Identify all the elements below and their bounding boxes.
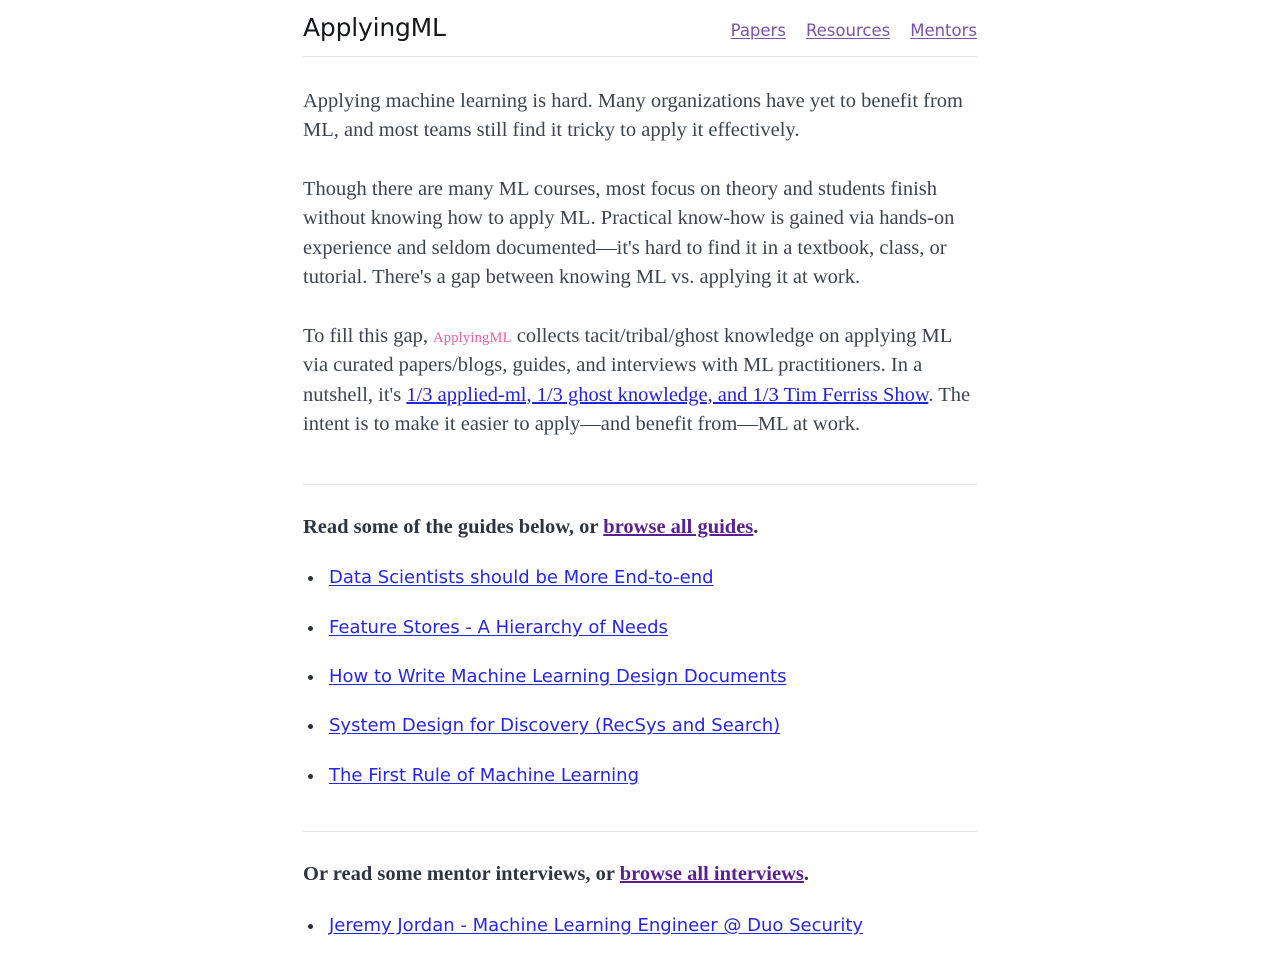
- guides-intro: Read some of the guides below, or browse…: [303, 513, 977, 543]
- inline-brand-applyingml: ApplyingML: [433, 329, 512, 346]
- browse-all-guides-link[interactable]: browse all guides: [603, 516, 753, 538]
- list-item: How to Write Machine Learning Design Doc…: [303, 665, 977, 688]
- nav-link-mentors[interactable]: Mentors: [910, 21, 977, 40]
- guide-link-feature-stores[interactable]: Feature Stores - A Hierarchy of Needs: [329, 617, 668, 638]
- mentors-intro-after-link: .: [803, 863, 809, 886]
- browse-all-interviews-link[interactable]: browse all interviews: [620, 863, 804, 885]
- site-header: ApplyingML Papers Resources Mentors: [303, 14, 977, 56]
- guides-list: Data Scientists should be More End-to-en…: [303, 566, 977, 787]
- header-divider: [303, 55, 977, 57]
- nutshell-link[interactable]: 1/3 applied-ml, 1/3 ghost knowledge, and…: [406, 384, 928, 406]
- guides-intro-after-link: .: [753, 515, 759, 538]
- list-item: The First Rule of Machine Learning: [303, 764, 977, 787]
- guides-intro-before-link: Read some of the guides below, or: [303, 515, 599, 538]
- intro-paragraph-1: Applying machine learning is hard. Many …: [303, 89, 963, 142]
- mentors-list: Jeremy Jordan - Machine Learning Enginee…: [303, 914, 977, 937]
- guide-link-data-scientists-end-to-end[interactable]: Data Scientists should be More End-to-en…: [329, 567, 714, 588]
- page-container: ApplyingML Papers Resources Mentors Appl…: [303, 0, 977, 937]
- intro-paragraph-3: To fill this gap, ApplyingML collects ta…: [303, 322, 977, 440]
- mentors-divider: [303, 831, 977, 833]
- list-item: Jeremy Jordan - Machine Learning Enginee…: [303, 914, 977, 937]
- mentors-intro: Or read some mentor interviews, or brows…: [303, 860, 977, 890]
- mentors-section: Or read some mentor interviews, or brows…: [303, 831, 977, 937]
- guide-link-system-design-discovery[interactable]: System Design for Discovery (RecSys and …: [329, 715, 780, 736]
- intro-section: Applying machine learning is hard. Many …: [303, 87, 977, 440]
- nav-link-resources[interactable]: Resources: [806, 21, 890, 40]
- guide-link-ml-design-documents[interactable]: How to Write Machine Learning Design Doc…: [329, 666, 786, 687]
- guide-link-first-rule-of-ml[interactable]: The First Rule of Machine Learning: [329, 765, 639, 786]
- guides-divider: [303, 483, 977, 485]
- primary-navigation: Papers Resources Mentors: [731, 21, 977, 40]
- mentor-link-jeremy-jordan[interactable]: Jeremy Jordan - Machine Learning Enginee…: [329, 915, 863, 936]
- mentors-intro-before-link: Or read some mentor interviews, or: [303, 863, 615, 886]
- list-item: Feature Stores - A Hierarchy of Needs: [303, 616, 977, 639]
- intro-paragraph-2: Though there are many ML courses, most f…: [303, 177, 955, 289]
- nav-link-papers[interactable]: Papers: [731, 21, 786, 40]
- site-logo[interactable]: ApplyingML: [303, 14, 446, 42]
- intro-p3-before-brand: To fill this gap,: [303, 324, 428, 347]
- list-item: System Design for Discovery (RecSys and …: [303, 714, 977, 737]
- list-item: Data Scientists should be More End-to-en…: [303, 566, 977, 589]
